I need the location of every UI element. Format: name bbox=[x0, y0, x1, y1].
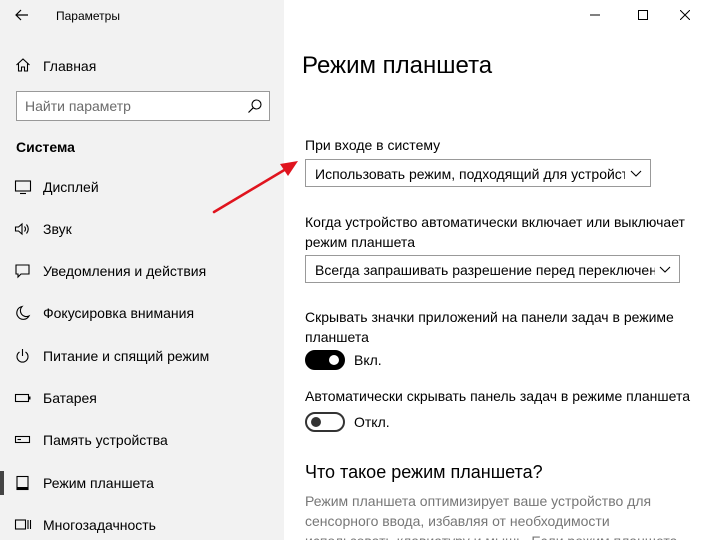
dropdown-value: Использовать режим, подходящий для устро… bbox=[315, 166, 625, 182]
chevron-down-icon bbox=[659, 266, 671, 273]
sidebar-item-sound[interactable]: Звук bbox=[0, 211, 284, 247]
battery-icon bbox=[14, 393, 31, 403]
hide-icons-state: Вкл. bbox=[354, 352, 382, 368]
maximize-icon bbox=[638, 10, 648, 20]
search-icon[interactable] bbox=[247, 98, 263, 114]
auto-switch-dropdown[interactable]: Всегда запрашивать разрешение перед пере… bbox=[305, 255, 680, 283]
section-label-system: Система bbox=[16, 139, 75, 155]
sidebar-item-tablet-mode[interactable]: Режим планшета bbox=[0, 465, 284, 501]
sidebar-item-label: Уведомления и действия bbox=[43, 263, 207, 279]
toggle-knob bbox=[329, 355, 339, 365]
sidebar-item-multitasking[interactable]: Многозадачность bbox=[0, 507, 284, 540]
close-icon bbox=[680, 10, 690, 20]
notifications-icon bbox=[15, 264, 30, 279]
hide-icons-label: Скрывать значки приложений на панели зад… bbox=[305, 309, 674, 345]
home-icon bbox=[16, 58, 30, 72]
sidebar-item-focus-assist[interactable]: Фокусировка внимания bbox=[0, 295, 284, 331]
maximize-button[interactable] bbox=[620, 0, 666, 30]
close-button[interactable] bbox=[662, 0, 705, 30]
sidebar-item-label: Питание и спящий режим bbox=[43, 348, 210, 364]
search-box bbox=[16, 91, 270, 121]
sidebar-item-label: Режим планшета bbox=[43, 475, 154, 491]
sidebar-item-label: Батарея bbox=[43, 390, 97, 406]
home-label: Главная bbox=[43, 58, 97, 74]
moon-icon bbox=[16, 305, 31, 320]
sidebar-item-battery[interactable]: Батарея bbox=[0, 380, 284, 416]
sidebar-item-display[interactable]: Дисплей bbox=[0, 169, 284, 205]
chevron-down-icon bbox=[630, 170, 642, 177]
tablet-icon bbox=[16, 475, 29, 491]
storage-icon bbox=[14, 435, 31, 444]
page-title: Режим планшета bbox=[302, 52, 493, 79]
minimize-button[interactable] bbox=[572, 0, 618, 30]
back-button[interactable] bbox=[8, 2, 36, 28]
hide-icons-toggle[interactable] bbox=[305, 350, 345, 370]
back-arrow-icon bbox=[15, 9, 28, 21]
power-icon bbox=[16, 349, 29, 363]
sidebar-item-label: Фокусировка внимания bbox=[43, 305, 195, 321]
sidebar-item-power-sleep[interactable]: Питание и спящий режим bbox=[0, 338, 284, 374]
window-title: Параметры bbox=[56, 9, 120, 23]
toggle-knob bbox=[311, 417, 321, 427]
dropdown-value: Всегда запрашивать разрешение перед пере… bbox=[315, 262, 655, 278]
what-is-description: Режим планшета оптимизирует ваше устройс… bbox=[305, 493, 677, 540]
minimize-icon bbox=[590, 14, 600, 16]
hide-taskbar-state: Откл. bbox=[354, 414, 390, 430]
settings-window: Параметры Главная Система Дисплей Звук У… bbox=[0, 0, 705, 540]
sidebar-item-label: Звук bbox=[43, 221, 72, 237]
hide-taskbar-label: Автоматически скрывать панель задач в ре… bbox=[305, 388, 690, 404]
sidebar-item-storage[interactable]: Память устройства bbox=[0, 422, 284, 458]
auto-switch-label: Когда устройство автоматически включает … bbox=[305, 214, 685, 250]
active-indicator bbox=[0, 471, 4, 495]
sound-icon bbox=[14, 222, 29, 236]
multitasking-icon bbox=[14, 519, 32, 530]
search-input[interactable] bbox=[17, 92, 237, 120]
signin-mode-dropdown[interactable]: Использовать режим, подходящий для устро… bbox=[305, 159, 651, 187]
hide-taskbar-toggle[interactable] bbox=[305, 412, 345, 432]
sidebar-item-label: Многозадачность bbox=[43, 517, 156, 533]
signin-label: При входе в систему bbox=[305, 137, 441, 153]
what-is-heading: Что такое режим планшета? bbox=[305, 462, 543, 482]
sidebar-item-notifications[interactable]: Уведомления и действия bbox=[0, 253, 284, 289]
display-icon bbox=[14, 180, 32, 195]
sidebar-item-label: Дисплей bbox=[43, 179, 99, 195]
main-content: Режим планшета При входе в систему Испол… bbox=[284, 0, 705, 540]
title-bar: Параметры bbox=[0, 0, 284, 32]
home-nav-item[interactable]: Главная bbox=[0, 50, 284, 80]
sidebar-item-label: Память устройства bbox=[43, 432, 168, 448]
sidebar: Параметры Главная Система Дисплей Звук У… bbox=[0, 0, 284, 540]
